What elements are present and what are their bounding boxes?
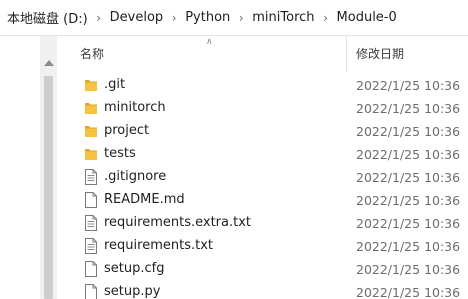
column-header-row: 名称 ∧ 修改日期 <box>76 36 468 72</box>
column-divider[interactable] <box>346 36 347 72</box>
sort-ascending-icon: ∧ <box>206 37 213 47</box>
file-name: README.md <box>104 192 185 207</box>
file-name: requirements.txt <box>104 238 214 253</box>
file-row[interactable]: .gitignore 2022/1/25 10:36 <box>76 166 468 189</box>
chevron-right-icon[interactable]: › <box>88 11 110 25</box>
folder-icon <box>84 146 98 162</box>
file-modified-date: 2022/1/25 10:36 <box>356 124 461 139</box>
breadcrumb-item-python[interactable]: Python <box>185 10 230 25</box>
file-name: minitorch <box>104 100 166 115</box>
file-modified-date: 2022/1/25 10:36 <box>356 239 461 254</box>
breadcrumb-item-minitorch[interactable]: miniTorch <box>252 10 314 25</box>
column-header-date[interactable]: 修改日期 <box>356 45 404 62</box>
chevron-right-icon[interactable]: › <box>315 11 337 25</box>
breadcrumb: 本地磁盘 (D:) › Develop › Python › miniTorch… <box>0 0 468 36</box>
blank-file-icon <box>84 261 98 277</box>
file-name: .gitignore <box>104 169 167 184</box>
file-row[interactable]: requirements.txt 2022/1/25 10:36 <box>76 235 468 258</box>
text-file-icon <box>84 169 98 185</box>
vertical-scrollbar[interactable] <box>40 36 57 299</box>
chevron-right-icon[interactable]: › <box>163 11 185 25</box>
file-name: setup.py <box>104 284 161 299</box>
file-row[interactable]: requirements.extra.txt 2022/1/25 10:36 <box>76 212 468 235</box>
file-modified-date: 2022/1/25 10:36 <box>356 262 461 277</box>
scroll-up-arrow-icon[interactable] <box>40 56 57 70</box>
scrollbar-thumb[interactable] <box>44 76 53 299</box>
folder-icon <box>84 123 98 139</box>
folder-icon <box>84 100 98 116</box>
file-name: .git <box>104 77 126 92</box>
column-header-name[interactable]: 名称 <box>80 45 104 62</box>
breadcrumb-item-drive[interactable]: 本地磁盘 (D:) <box>7 8 88 27</box>
blank-file-icon <box>84 284 98 299</box>
file-modified-date: 2022/1/25 10:36 <box>356 147 461 162</box>
file-modified-date: 2022/1/25 10:36 <box>356 216 461 231</box>
folder-row[interactable]: tests 2022/1/25 10:36 <box>76 143 468 166</box>
file-row[interactable]: README.md 2022/1/25 10:36 <box>76 189 468 212</box>
chevron-right-icon[interactable]: › <box>230 11 252 25</box>
blank-file-icon <box>84 192 98 208</box>
file-modified-date: 2022/1/25 10:36 <box>356 170 461 185</box>
text-file-icon <box>84 215 98 231</box>
folder-row[interactable]: .git 2022/1/25 10:36 <box>76 74 468 97</box>
file-row[interactable]: setup.cfg 2022/1/25 10:36 <box>76 258 468 281</box>
file-name: requirements.extra.txt <box>104 215 252 230</box>
breadcrumb-item-module-0[interactable]: Module-0 <box>337 10 397 25</box>
folder-row[interactable]: minitorch 2022/1/25 10:36 <box>76 97 468 120</box>
file-modified-date: 2022/1/25 10:36 <box>356 193 461 208</box>
file-name: tests <box>104 146 136 161</box>
file-modified-date: 2022/1/25 10:36 <box>356 285 461 299</box>
file-modified-date: 2022/1/25 10:36 <box>356 78 461 93</box>
file-modified-date: 2022/1/25 10:36 <box>356 101 461 116</box>
text-file-icon <box>84 238 98 254</box>
file-name: project <box>104 123 150 138</box>
folder-icon <box>84 77 98 93</box>
file-list: .git 2022/1/25 10:36 minitorch 2022/1/25 10… <box>76 74 468 299</box>
folder-row[interactable]: project 2022/1/25 10:36 <box>76 120 468 143</box>
file-row[interactable]: setup.py 2022/1/25 10:36 <box>76 281 468 299</box>
file-explorer-window: 本地磁盘 (D:) › Develop › Python › miniTorch… <box>0 0 468 299</box>
file-name: setup.cfg <box>104 261 165 276</box>
breadcrumb-item-develop[interactable]: Develop <box>110 10 164 25</box>
